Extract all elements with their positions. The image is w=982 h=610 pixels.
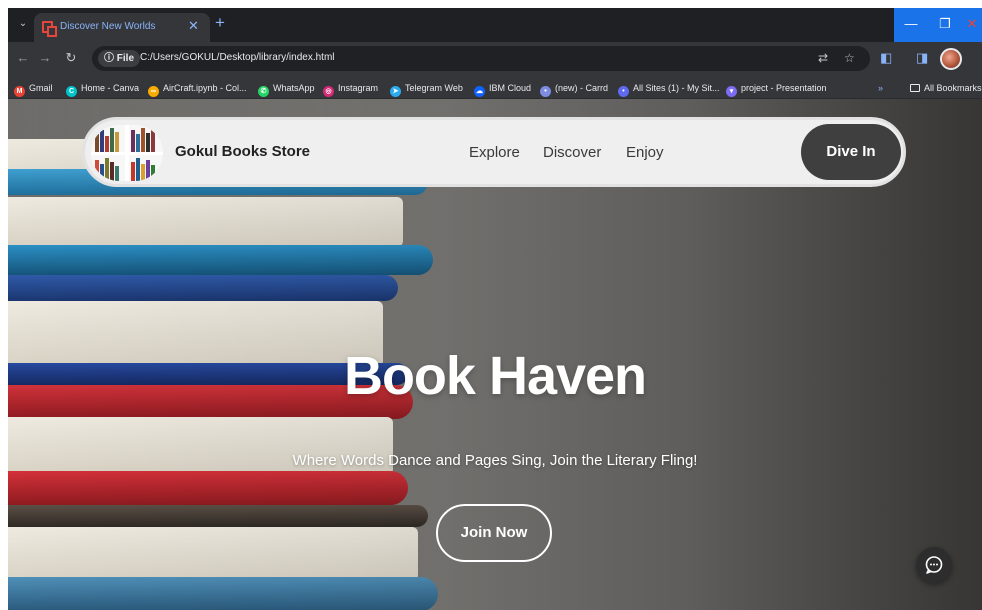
bookmark-ibm-cloud[interactable]: ☁ IBM Cloud <box>474 81 531 97</box>
tab-active[interactable]: Discover New Worlds ✕ <box>34 13 210 42</box>
bookmark-star-icon[interactable]: ☆ <box>844 51 855 65</box>
bookmark-all-sites[interactable]: • All Sites (1) - My Sit... <box>618 81 720 97</box>
nav-link-enjoy[interactable]: Enjoy <box>626 144 664 161</box>
chat-bubble-icon <box>925 556 943 574</box>
chat-widget-button[interactable] <box>916 547 952 583</box>
folder-icon <box>910 84 920 92</box>
hero-subtitle: Where Words Dance and Pages Sing, Join t… <box>292 452 698 469</box>
whatsapp-icon: ✆ <box>258 86 269 97</box>
nav-link-explore[interactable]: Explore <box>469 144 520 161</box>
tab-strip: ⌄ Discover New Worlds ✕ + — ❐ ✕ <box>8 8 982 42</box>
reload-icon[interactable]: ↻ <box>62 49 80 67</box>
side-panel-icon[interactable]: ◨ <box>916 50 928 66</box>
maximize-button[interactable]: ❐ <box>928 8 962 42</box>
url-text[interactable]: C:/Users/GOKUL/Desktop/library/index.htm… <box>140 52 335 63</box>
bookmarks-overflow-icon[interactable]: » <box>878 81 883 95</box>
hero-title: Book Haven <box>343 346 647 406</box>
ibm-cloud-icon: ☁ <box>474 86 485 97</box>
store-logo[interactable] <box>91 125 163 181</box>
site-icon: • <box>618 86 629 97</box>
nav-link-discover[interactable]: Discover <box>543 144 601 161</box>
site-info-chip[interactable]: ⓘ File <box>98 50 141 67</box>
browser-window: ⌄ Discover New Worlds ✕ + — ❐ ✕ ← → ↻ ⓘ … <box>8 8 982 610</box>
canva-icon: C <box>66 86 77 97</box>
instagram-icon: ◎ <box>323 86 334 97</box>
presentation-icon: ▾ <box>726 86 737 97</box>
bookmark-gmail[interactable]: M Gmail <box>14 81 53 97</box>
address-bar[interactable]: ⓘ File C:/Users/GOKUL/Desktop/library/in… <box>92 46 870 71</box>
tab-search-icon[interactable]: ⌄ <box>16 17 30 31</box>
colab-icon: ∞ <box>148 86 159 97</box>
new-tab-button[interactable]: + <box>215 13 225 33</box>
page-favicon-icon <box>42 21 57 37</box>
tab-close-icon[interactable]: ✕ <box>188 18 199 34</box>
bookmark-instagram[interactable]: ◎ Instagram <box>323 81 378 97</box>
bookmark-telegram[interactable]: ➤ Telegram Web <box>390 81 463 97</box>
bookmark-colab[interactable]: ∞ AirCraft.ipynb - Col... <box>148 81 247 97</box>
site-navbar: Gokul Books Store Explore Discover Enjoy… <box>82 117 906 187</box>
minimize-button[interactable]: — <box>894 8 928 42</box>
forward-icon[interactable]: → <box>36 49 54 67</box>
bookmark-canva[interactable]: C Home - Canva <box>66 81 139 97</box>
back-icon[interactable]: ← <box>14 49 32 67</box>
brand-name[interactable]: Gokul Books Store <box>175 143 310 160</box>
bookmarks-bar: M Gmail C Home - Canva ∞ AirCraft.ipynb - C… <box>8 76 982 99</box>
close-window-button[interactable]: ✕ <box>962 8 982 42</box>
all-bookmarks-folder[interactable]: All Bookmarks <box>910 81 982 95</box>
dive-in-button[interactable]: Dive In <box>801 124 901 180</box>
extensions-icon[interactable]: ◧ <box>880 50 892 66</box>
telegram-icon: ➤ <box>390 86 401 97</box>
gmail-icon: M <box>14 86 25 97</box>
bookmark-presentation[interactable]: ▾ project - Presentation <box>726 81 827 97</box>
tab-title: Discover New Worlds <box>60 21 156 32</box>
translate-icon[interactable]: ⇄ <box>818 51 828 65</box>
bookmark-whatsapp[interactable]: ✆ WhatsApp <box>258 81 315 97</box>
profile-avatar[interactable] <box>940 48 962 70</box>
bookmark-carrd[interactable]: • (new) - Carrd <box>540 81 608 97</box>
page-viewport: Gokul Books Store Explore Discover Enjoy… <box>8 99 982 610</box>
browser-toolbar: ← → ↻ ⓘ File C:/Users/GOKUL/Desktop/libr… <box>8 42 982 76</box>
carrd-icon: • <box>540 86 551 97</box>
join-now-button[interactable]: Join Now <box>436 504 552 562</box>
